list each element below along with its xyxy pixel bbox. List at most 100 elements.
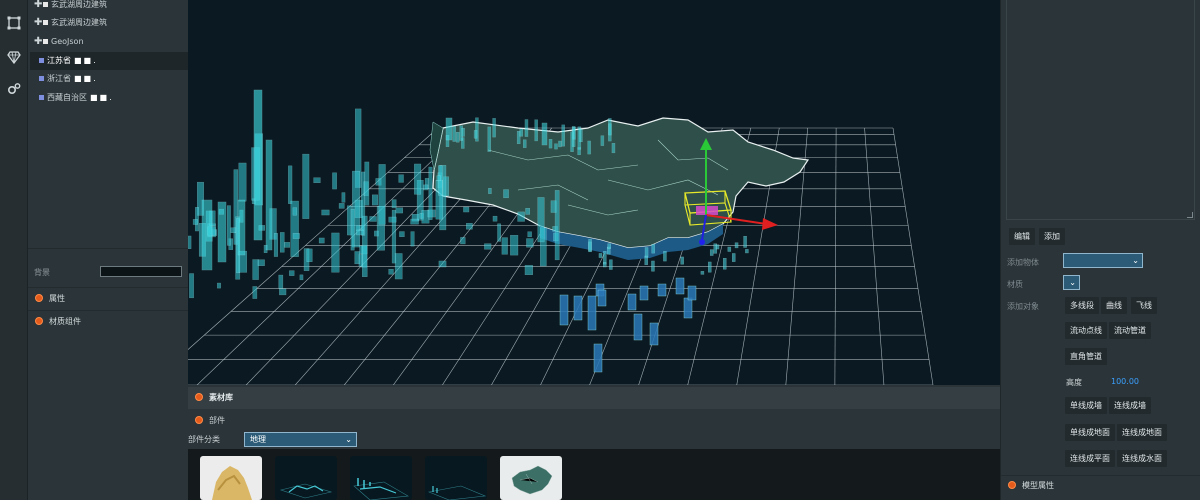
data-bar [600,135,605,146]
data-bar [657,283,667,297]
data-bar [438,260,447,268]
connect-plane-button[interactable]: 连线成平面 [1065,450,1115,467]
chevron-down-icon: ⌄ [1069,278,1076,287]
node-icon [43,19,48,25]
3d-scene-canvas[interactable] [188,0,1000,385]
data-bar [534,119,538,142]
data-bar [687,285,697,301]
library-header[interactable]: 素材库 [188,387,1000,409]
plus-icon[interactable]: ✚ [34,14,42,32]
thumbnail-cyan-bars[interactable] [350,456,412,500]
data-bar [237,199,246,256]
section-material-components[interactable]: 材质组件 [28,310,188,332]
data-bar [709,249,714,256]
grid-line [864,127,885,385]
data-bar [192,219,198,225]
background-color-swatch[interactable] [100,266,182,277]
x-axis-arrow[interactable] [762,218,778,230]
thumbnail-cyan-flat[interactable] [425,456,487,500]
plus-icon[interactable]: ✚ [34,33,42,51]
tree-item[interactable]: 浙江省 ■■. [38,70,196,88]
data-bar [492,118,496,138]
flow-dotline-button[interactable]: 流动点线 [1065,322,1107,339]
data-bar [570,131,574,152]
tree-item[interactable]: ✚ 玄武湖周边建筑 [34,14,192,32]
data-bar [257,259,265,266]
data-bar [597,289,607,307]
resize-grip-icon[interactable] [1187,212,1193,218]
hidden-label-dots: ■■. [74,56,98,65]
data-bar [399,231,405,237]
single-line-wall-button[interactable]: 单线成墙 [1065,397,1107,414]
data-bar [395,207,403,214]
node-icon [39,94,44,100]
thumbnail-china-map[interactable] [500,456,562,500]
material-library: 素材库 部件 部件分类 地理 ⌄ [188,385,1000,500]
data-bar [675,277,685,295]
data-bar [627,293,637,311]
material-select[interactable]: ⌄ [1063,275,1080,290]
data-bar [364,161,370,206]
tree-item[interactable]: 西藏自治区 ■■. [38,89,196,107]
diamond-icon[interactable] [6,50,22,66]
data-bar [278,274,284,289]
data-bar [541,122,548,146]
data-bar [253,89,263,241]
z-axis-handle[interactable] [699,239,705,245]
data-bar [593,343,603,373]
data-bar [609,259,613,270]
height-value[interactable]: 100.00 [1111,377,1139,386]
parts-section[interactable]: 部件 [188,411,1000,431]
data-bar [265,139,273,251]
right-angle-pipe-button[interactable]: 直角管道 [1065,348,1107,365]
data-bar [378,164,386,225]
data-bar [680,256,684,265]
edit-button[interactable]: 编辑 [1009,228,1035,245]
section-properties[interactable]: 属性 [28,287,188,309]
thumbnail-cyan-grid[interactable] [275,456,337,500]
curve-button[interactable]: 曲线 [1101,297,1127,314]
single-line-ground-button[interactable]: 单线成地面 [1065,424,1115,441]
connect-ground-button[interactable]: 连线成地面 [1117,424,1167,441]
frame-icon[interactable] [6,16,22,32]
data-bar [743,236,747,248]
polyline-button[interactable]: 多线段 [1065,297,1099,314]
data-bar [723,258,727,270]
add-object-select[interactable]: ⌄ [1063,253,1143,268]
data-bar [284,242,291,248]
category-select[interactable]: 地理 ⌄ [244,432,357,447]
data-bar [510,235,519,256]
data-bar [488,188,492,194]
data-bar [527,231,532,238]
plus-icon[interactable]: ✚ [34,0,42,14]
flyline-button[interactable]: 飞线 [1131,297,1157,314]
tree-item[interactable]: ✚ GeoJson [34,33,192,51]
gears-icon[interactable] [6,82,22,98]
background-label: 背景 [34,268,50,277]
model-properties-section[interactable]: 模型属性 [1001,475,1200,495]
left-toolbar [0,0,28,500]
data-bar [279,288,287,296]
chevron-down-icon: ⌄ [1132,256,1139,265]
connect-water-button[interactable]: 连线成水面 [1117,450,1167,467]
orange-circle-icon [195,393,203,401]
data-bar [456,131,460,143]
data-bar [537,197,545,243]
data-bar [587,140,591,155]
data-bar [423,184,429,191]
data-bar [394,253,403,280]
data-bar [503,189,509,199]
3d-viewport[interactable] [188,0,1000,385]
data-bar [356,229,364,236]
add-button[interactable]: 添加 [1039,228,1065,245]
data-bar [428,166,433,220]
tree-item[interactable]: ✚ 玄武湖周边建筑 [34,0,192,14]
flow-pipe-button[interactable]: 流动管道 [1109,322,1151,339]
data-bar [280,232,285,253]
data-bar [554,143,558,150]
thumbnail-map-yellow[interactable] [200,456,262,500]
code-textarea[interactable] [1006,0,1195,220]
tree-item-selected[interactable]: 江苏省 ■■. [30,52,188,70]
data-bar [289,270,295,276]
connect-wall-button[interactable]: 连线成墙 [1109,397,1151,414]
